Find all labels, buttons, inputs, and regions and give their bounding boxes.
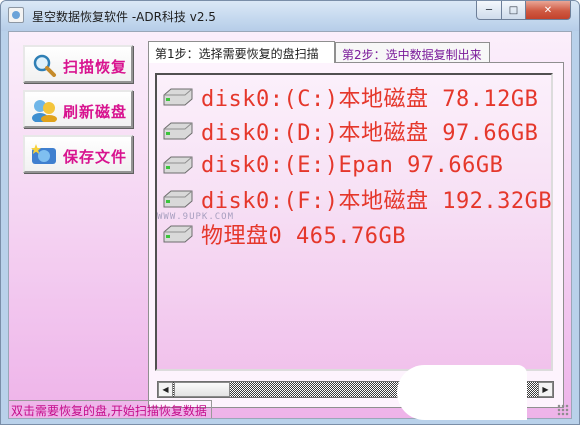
tab-step2-label: 第2步：选中数据复制出来 [342, 48, 482, 62]
hard-drive-icon [163, 190, 193, 208]
main-client-area: 扫描恢复 刷新磁盘 保存文件 第1步：选择需要恢复的盘扫描 第2步：选中数据复制… [8, 31, 572, 420]
status-bar-text: 双击需要恢复的盘,开始扫描恢复数据 [9, 400, 212, 418]
save-file-button[interactable]: 保存文件 [23, 135, 133, 173]
title-bar[interactable]: 星空数据恢复软件 -ADR科技 v2.5 ─ □ ✕ [1, 1, 579, 31]
disk-label: disk0:(F:)本地磁盘 192.32GB [201, 189, 553, 214]
scroll-right-icon[interactable]: ▶ [538, 382, 553, 397]
magnifier-icon [33, 54, 56, 77]
tab-panel: disk0:(C:)本地磁盘 78.12GB disk0:(D:)本地磁盘 97… [148, 62, 564, 408]
disk-list-item[interactable]: disk0:(D:)本地磁盘 97.66GB [161, 115, 551, 147]
disk-label: disk0:(D:)本地磁盘 97.66GB [201, 121, 539, 146]
decorative-white-patch [397, 365, 527, 420]
window-title: 星空数据恢复软件 -ADR科技 v2.5 [32, 10, 216, 24]
globe-star-icon [31, 144, 56, 164]
hard-drive-icon [163, 156, 193, 174]
tab-step1-label: 第1步：选择需要恢复的盘扫描 [155, 47, 319, 61]
disk-label: 物理盘0 465.76GB [201, 224, 406, 249]
save-file-label: 保存文件 [63, 148, 128, 166]
people-icon [32, 100, 57, 122]
app-icon [8, 7, 24, 23]
resize-grip-icon[interactable] [557, 404, 569, 416]
minimize-button[interactable]: ─ [476, 1, 502, 20]
scan-recover-button[interactable]: 扫描恢复 [23, 45, 133, 83]
disk-list-item[interactable]: 物理盘0 465.76GB [161, 218, 551, 250]
refresh-disk-button[interactable]: 刷新磁盘 [23, 90, 133, 128]
scan-recover-label: 扫描恢复 [63, 58, 128, 76]
disk-list-item[interactable]: disk0:(E:)Epan 97.66GB [161, 149, 551, 181]
disk-label: disk0:(E:)Epan 97.66GB [201, 152, 504, 178]
disk-listbox[interactable]: disk0:(C:)本地磁盘 78.12GB disk0:(D:)本地磁盘 97… [155, 73, 553, 371]
scroll-thumb[interactable] [174, 382, 230, 397]
scroll-left-icon[interactable]: ◀ [158, 382, 173, 397]
disk-list-item[interactable]: disk0:(C:)本地磁盘 78.12GB [161, 81, 551, 113]
disk-list-item[interactable]: disk0:(F:)本地磁盘 192.32GB [161, 183, 553, 215]
maximize-button[interactable]: □ [501, 1, 526, 20]
hard-drive-icon [163, 88, 193, 106]
watermark-text: WWW.9UPK.COM [157, 212, 235, 222]
hard-drive-icon [163, 225, 193, 243]
hard-drive-icon [163, 122, 193, 140]
refresh-disk-label: 刷新磁盘 [63, 103, 128, 121]
close-button[interactable]: ✕ [525, 1, 571, 20]
app-window: 星空数据恢复软件 -ADR科技 v2.5 ─ □ ✕ 扫描恢复 刷新磁盘 保存文… [0, 0, 580, 425]
tab-step1[interactable]: 第1步：选择需要恢复的盘扫描 [148, 41, 335, 63]
tab-step2[interactable]: 第2步：选中数据复制出来 [335, 42, 490, 63]
disk-label: disk0:(C:)本地磁盘 78.12GB [201, 87, 539, 112]
